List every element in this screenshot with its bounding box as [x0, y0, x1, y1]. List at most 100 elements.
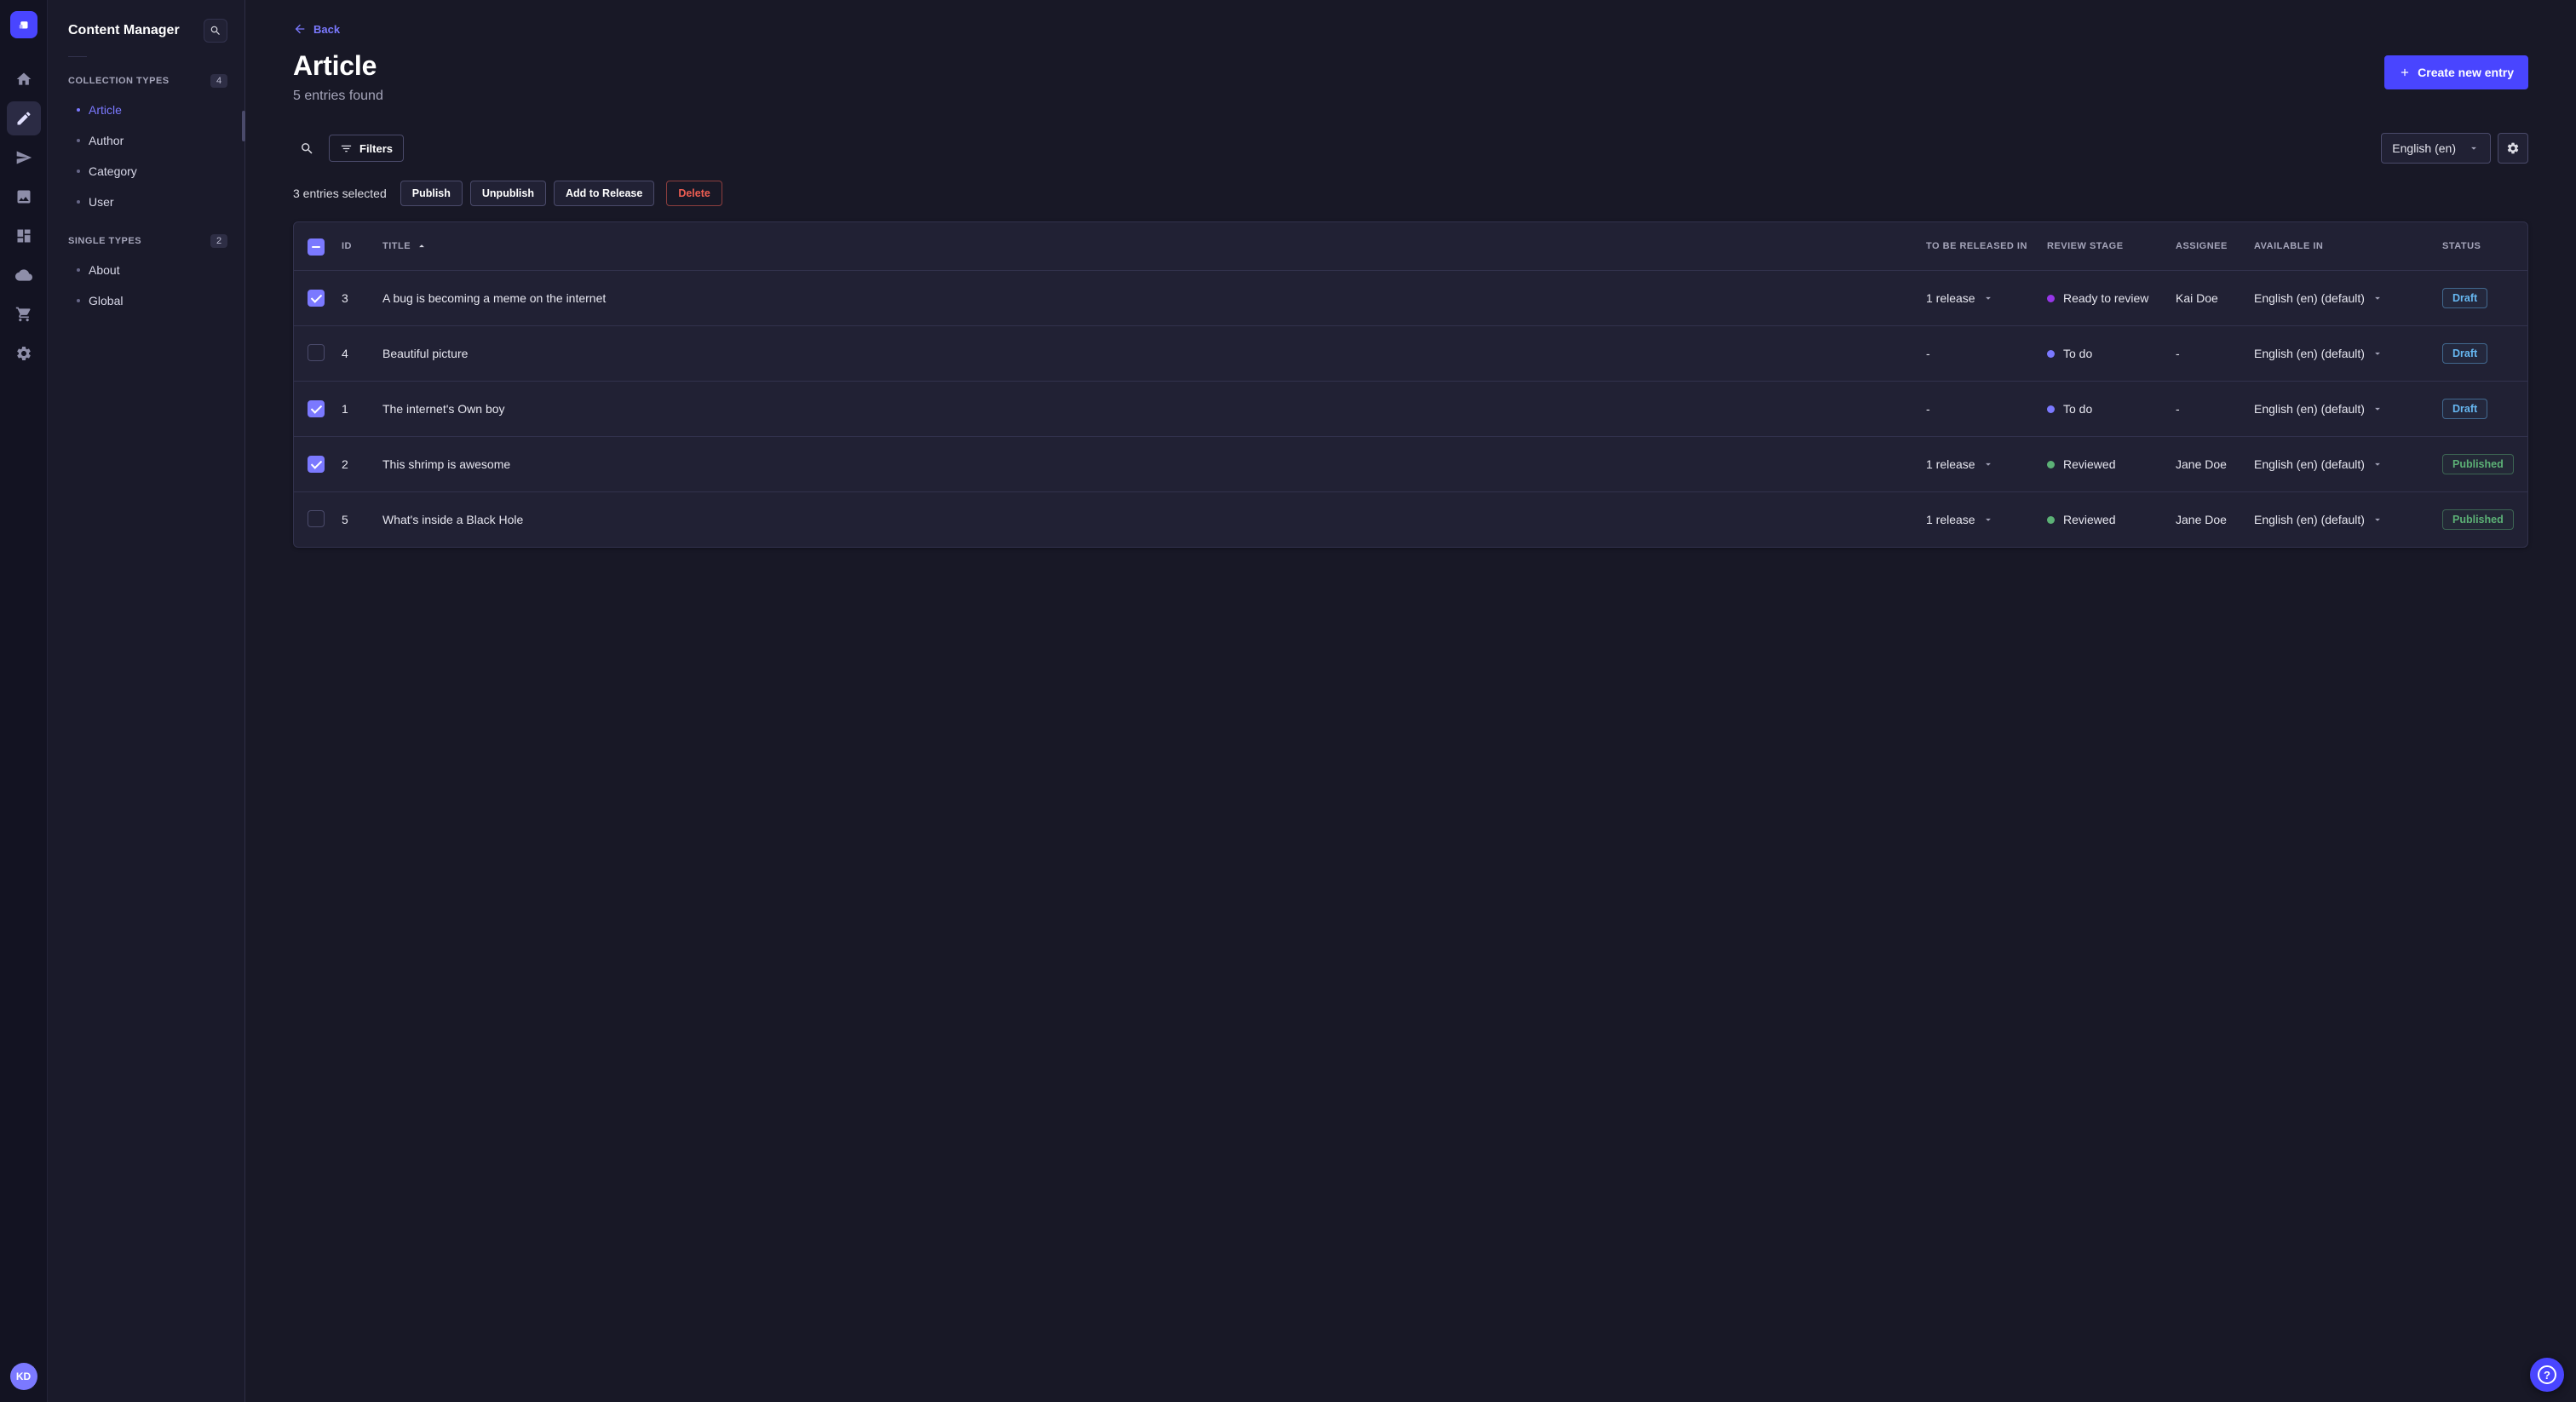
available-in-value: English (en) (default): [2254, 291, 2365, 305]
sidebar-item-about[interactable]: About: [48, 255, 244, 285]
cell-release-dropdown[interactable]: -: [1926, 402, 2047, 416]
unpublish-button[interactable]: Unpublish: [469, 181, 546, 206]
stage-dot-icon: [2047, 460, 2055, 468]
status-badge: Draft: [2442, 343, 2488, 364]
release-value: -: [1926, 347, 1930, 360]
row-checkbox[interactable]: [308, 290, 325, 307]
cell-review-stage: Ready to review: [2047, 291, 2176, 305]
cell-release-dropdown[interactable]: 1 release: [1926, 291, 2047, 305]
section-items: About Global: [48, 255, 244, 316]
page-title: Article: [293, 50, 377, 81]
cell-assignee: Jane Doe: [2176, 457, 2227, 471]
cell-id: 2: [342, 457, 348, 471]
nav-item-home[interactable]: [7, 62, 41, 96]
bullet-icon: [77, 200, 80, 204]
cell-status: Draft: [2442, 343, 2514, 364]
cell-release-dropdown[interactable]: -: [1926, 347, 2047, 360]
table-row[interactable]: 5 What's inside a Black Hole 1 release R…: [294, 491, 2527, 547]
select-all-checkbox[interactable]: [308, 238, 325, 256]
locale-value: English (en): [2392, 141, 2456, 155]
col-header-title[interactable]: TITLE: [382, 240, 1926, 252]
entries-table: ID TITLE TO BE RELEASED IN REVIEW STAGE …: [293, 221, 2528, 548]
strapi-logo[interactable]: [9, 11, 37, 38]
sidebar-item-category[interactable]: Category: [48, 156, 244, 187]
nav-item-deploy[interactable]: [7, 258, 41, 292]
create-new-entry-button[interactable]: Create new entry: [2384, 55, 2528, 89]
nav-item-content-type-builder[interactable]: [7, 219, 41, 253]
cell-locale-dropdown[interactable]: English (en) (default): [2254, 402, 2442, 416]
sidebar-item-label: Author: [89, 134, 124, 147]
sidebar-item-global[interactable]: Global: [48, 285, 244, 316]
plus-icon: [2401, 68, 2409, 77]
cell-locale-dropdown[interactable]: English (en) (default): [2254, 513, 2442, 526]
toolbar: Filters English (en): [293, 133, 2528, 164]
sidebar-item-author[interactable]: Author: [48, 125, 244, 156]
publish-button[interactable]: Publish: [400, 181, 463, 206]
sidebar-search-button[interactable]: [204, 19, 227, 43]
cell-assignee: -: [2176, 402, 2180, 416]
stage-label: Ready to review: [2063, 291, 2149, 305]
release-value: 1 release: [1926, 457, 1975, 471]
bullet-icon: [77, 139, 80, 142]
locale-select[interactable]: English (en): [2381, 133, 2491, 164]
cell-release-dropdown[interactable]: 1 release: [1926, 457, 2047, 471]
main-content: Back Article 5 entries found Create new …: [245, 0, 2576, 1402]
table-row[interactable]: 1 The internet's Own boy - To do - Engli…: [294, 381, 2527, 436]
sidebar-item-article[interactable]: Article: [48, 95, 244, 125]
sidebar-item-label: Article: [89, 103, 122, 117]
sidebar-header: Content Manager: [48, 0, 244, 43]
search-button[interactable]: [293, 135, 320, 162]
user-avatar[interactable]: KD: [9, 1363, 37, 1390]
release-value: 1 release: [1926, 513, 1975, 526]
col-header-assignee: ASSIGNEE: [2176, 241, 2228, 251]
delete-button[interactable]: Delete: [666, 181, 722, 206]
add-to-release-button[interactable]: Add to Release: [554, 181, 655, 206]
cell-title: Beautiful picture: [382, 347, 469, 360]
sort-ascending-button[interactable]: [416, 240, 428, 252]
nav-item-media-library[interactable]: [7, 180, 41, 214]
cell-locale-dropdown[interactable]: English (en) (default): [2254, 291, 2442, 305]
search-icon: [210, 26, 220, 35]
cell-locale-dropdown[interactable]: English (en) (default): [2254, 457, 2442, 471]
app-root: KD Content Manager COLLECTION TYPES 4 Ar…: [0, 0, 2576, 1402]
help-button[interactable]: ?: [2530, 1358, 2564, 1392]
release-caret-icon: [1985, 296, 1991, 300]
checkbox-cell: [308, 400, 342, 417]
table-body: 3 A bug is becoming a meme on the intern…: [294, 270, 2527, 547]
locale-caret-icon: [2375, 352, 2380, 355]
deploy-cloud-icon: [14, 269, 32, 281]
cell-id: 5: [342, 513, 348, 526]
nav-item-content-manager[interactable]: [6, 101, 41, 135]
section-label: COLLECTION TYPES: [68, 76, 170, 86]
col-header-to-be-released-in: TO BE RELEASED IN: [1926, 241, 2027, 251]
col-header-status: STATUS: [2442, 241, 2481, 251]
nav-item-settings[interactable]: [7, 336, 41, 371]
row-checkbox[interactable]: [308, 343, 325, 361]
back-link[interactable]: Back: [293, 22, 340, 36]
sidebar-item-label: About: [89, 263, 120, 277]
row-checkbox[interactable]: [308, 456, 325, 473]
status-badge: Published: [2442, 509, 2514, 530]
toolbar-left: Filters: [293, 135, 405, 162]
locale-caret-icon: [2375, 296, 2380, 300]
filters-button[interactable]: Filters: [329, 135, 405, 162]
bullet-icon: [77, 170, 80, 173]
status-badge: Published: [2442, 454, 2514, 474]
nav-item-releases[interactable]: [7, 141, 41, 175]
content-manager-pen-icon: [17, 112, 31, 125]
table-row[interactable]: 3 A bug is becoming a meme on the intern…: [294, 270, 2527, 325]
row-checkbox[interactable]: [308, 509, 325, 527]
cell-release-dropdown[interactable]: 1 release: [1926, 513, 2047, 526]
divider: [68, 56, 87, 57]
row-checkbox[interactable]: [308, 400, 325, 417]
nav-rail-items: [6, 62, 41, 371]
cell-locale-dropdown[interactable]: English (en) (default): [2254, 347, 2442, 360]
table-row[interactable]: 4 Beautiful picture - To do - English (e…: [294, 325, 2527, 381]
sidebar-item-user[interactable]: User: [48, 187, 244, 217]
sidebar-sections: COLLECTION TYPES 4 Article Author Catego…: [48, 67, 244, 316]
back-label: Back: [313, 22, 341, 36]
table-row[interactable]: 2 This shrimp is awesome 1 release Revie…: [294, 436, 2527, 491]
bullet-icon: [77, 108, 80, 112]
nav-item-marketplace[interactable]: [7, 297, 41, 331]
configure-view-button[interactable]: [2498, 133, 2528, 164]
